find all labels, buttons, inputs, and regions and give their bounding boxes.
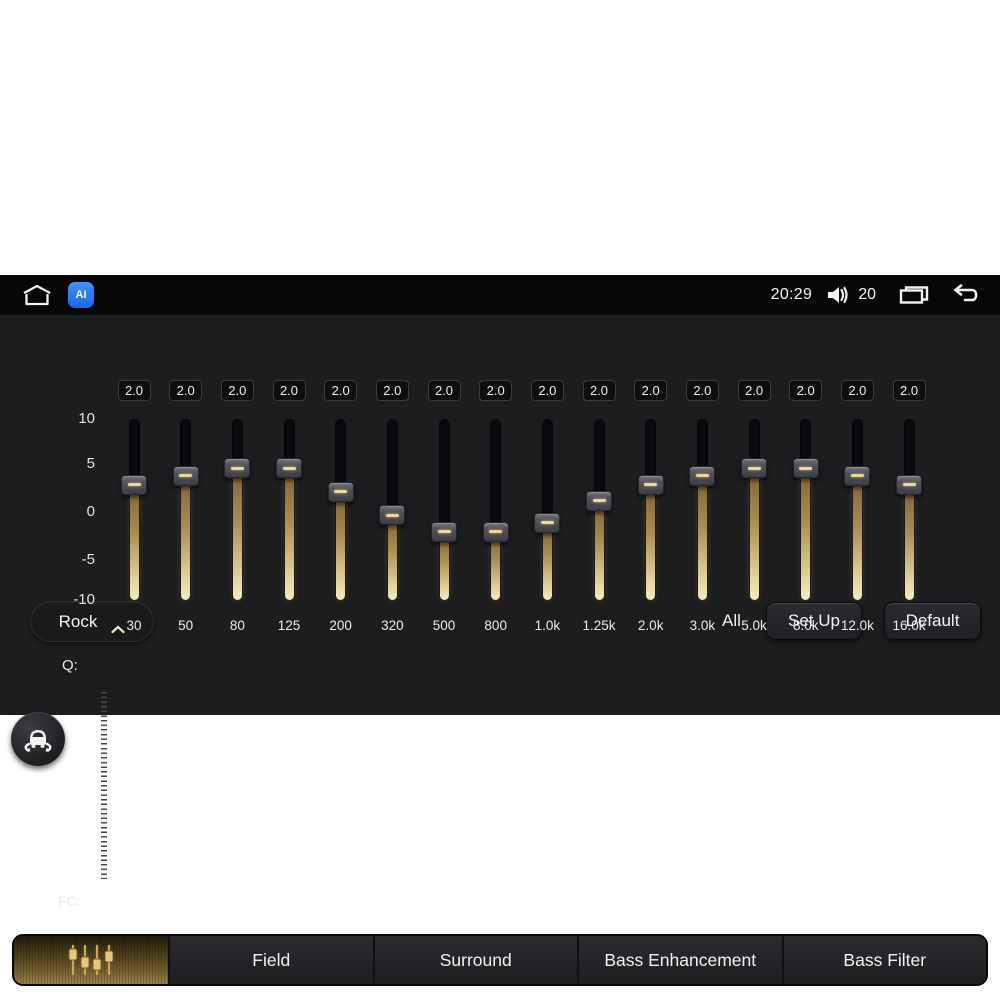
volume-level-label: 20: [858, 286, 876, 303]
band-slider-handle[interactable]: [741, 458, 768, 479]
band-slider-handle[interactable]: [276, 458, 302, 479]
ai-assistant-icon[interactable]: AI: [68, 282, 94, 308]
q-value-chip[interactable]: 2.0: [634, 380, 668, 401]
status-bar: AI 20:29 20: [0, 275, 1000, 315]
volume-icon: [826, 284, 850, 306]
handle-marker: [695, 474, 709, 478]
gain-axis-label: -5: [81, 551, 95, 568]
fc-row-label: FC:: [58, 893, 81, 909]
handle-marker: [644, 483, 658, 487]
q-value-chip[interactable]: 2.0: [789, 380, 823, 401]
band-slider-handle[interactable]: [896, 474, 923, 495]
q-value-chip[interactable]: 2.0: [169, 380, 203, 401]
tab-surround[interactable]: Surround: [374, 936, 577, 984]
tab-bass-enhancement[interactable]: Bass Enhancement: [579, 936, 782, 984]
band-slider-handle[interactable]: [327, 481, 354, 502]
band-freq-label: 16.0k: [892, 618, 926, 633]
q-value-chip[interactable]: 2.0: [117, 380, 151, 401]
band-slider-fill: [904, 484, 914, 600]
band-slider-fill: [646, 484, 656, 600]
band-slider-handle[interactable]: [844, 465, 871, 486]
band-slider-handle[interactable]: [121, 474, 147, 495]
band-slider-handle[interactable]: [637, 474, 664, 495]
band-slider-handle[interactable]: [482, 521, 509, 542]
head-unit-equalizer-screen: AI 20:29 20 Rock All Set Up Default Q: F…: [0, 275, 1000, 986]
gain-axis-label: 10: [78, 410, 95, 427]
band-slider-fill: [439, 531, 449, 600]
q-value-chip[interactable]: 2.0: [737, 380, 771, 401]
gain-axis-label: 5: [86, 455, 95, 472]
q-value-chip[interactable]: 2.0: [324, 380, 358, 401]
handle-marker: [385, 513, 399, 517]
band-slider-fill: [336, 491, 346, 600]
q-value-chip[interactable]: 2.0: [427, 380, 461, 401]
tab-bass-filter[interactable]: Bass Filter: [783, 936, 986, 984]
band-slider-handle[interactable]: [792, 458, 819, 479]
handle-marker: [179, 474, 193, 478]
handle-marker: [747, 466, 761, 470]
band-slider-fill: [387, 515, 397, 600]
tab-label: Field: [252, 949, 291, 970]
q-value-chip[interactable]: 2.0: [530, 380, 564, 401]
band-slider-fill: [542, 522, 552, 600]
back-icon[interactable]: [950, 284, 980, 306]
q-value-chip[interactable]: 2.0: [582, 380, 616, 401]
handle-marker: [230, 466, 244, 470]
q-row-label: Q:: [62, 657, 78, 674]
car-rotate-icon: [18, 720, 58, 758]
tab-label: Surround: [439, 949, 512, 970]
handle-marker: [799, 466, 813, 470]
handle-marker: [282, 466, 296, 470]
sound-position-button[interactable]: [11, 712, 65, 766]
q-value-chip[interactable]: 2.0: [840, 380, 874, 401]
tab-equalizer[interactable]: [14, 936, 168, 984]
handle-marker: [850, 474, 864, 478]
band-slider-fill: [697, 475, 707, 600]
q-value-chip[interactable]: 2.0: [479, 380, 513, 401]
band-slider-fill: [181, 475, 191, 600]
handle-marker: [334, 490, 348, 494]
gain-axis-label: -10: [73, 591, 95, 608]
preset-label: Rock: [58, 611, 98, 631]
q-value-chip[interactable]: 2.0: [375, 380, 409, 401]
q-value-chip[interactable]: 2.0: [220, 380, 254, 401]
tab-label: Bass Filter: [843, 949, 927, 970]
q-value-chip[interactable]: 2.0: [272, 380, 306, 401]
q-value-chip[interactable]: 2.0: [685, 380, 719, 401]
gain-axis-label: 0: [86, 503, 95, 520]
band-slider-handle[interactable]: [689, 465, 716, 486]
home-icon[interactable]: [20, 283, 54, 307]
handle-marker: [902, 483, 916, 487]
band-slider-handle[interactable]: [172, 465, 199, 486]
band-slider-fill: [491, 531, 501, 600]
band-slider-fill: [232, 468, 242, 600]
band-slider-handle[interactable]: [431, 521, 458, 542]
band-slider-fill: [594, 500, 604, 600]
handle-marker: [489, 530, 503, 534]
band-slider-fill: [852, 475, 862, 600]
clock-label: 20:29: [770, 286, 813, 303]
band-slider-fill: [749, 468, 759, 600]
band-slider-fill: [284, 468, 294, 600]
band-slider-handle[interactable]: [379, 505, 406, 526]
band-slider-fill: [801, 468, 811, 600]
equalizer-sliders-icon: [65, 943, 117, 977]
band-slider-fill: [129, 484, 139, 600]
handle-marker: [127, 483, 141, 487]
gain-axis-ticks: [101, 692, 107, 879]
band-slider-handle[interactable]: [534, 512, 561, 533]
q-value-chip[interactable]: 2.0: [892, 380, 926, 401]
handle-marker: [540, 521, 554, 525]
tab-label: Bass Enhancement: [604, 949, 757, 970]
band-slider-handle[interactable]: [224, 458, 251, 479]
handle-marker: [592, 499, 606, 503]
audio-tab-bar: Field Surround Bass Enhancement Bass Filter: [12, 934, 988, 986]
tab-field[interactable]: Field: [170, 936, 373, 984]
band-slider-handle[interactable]: [586, 490, 613, 511]
handle-marker: [437, 530, 451, 534]
recent-apps-icon[interactable]: [898, 283, 930, 307]
